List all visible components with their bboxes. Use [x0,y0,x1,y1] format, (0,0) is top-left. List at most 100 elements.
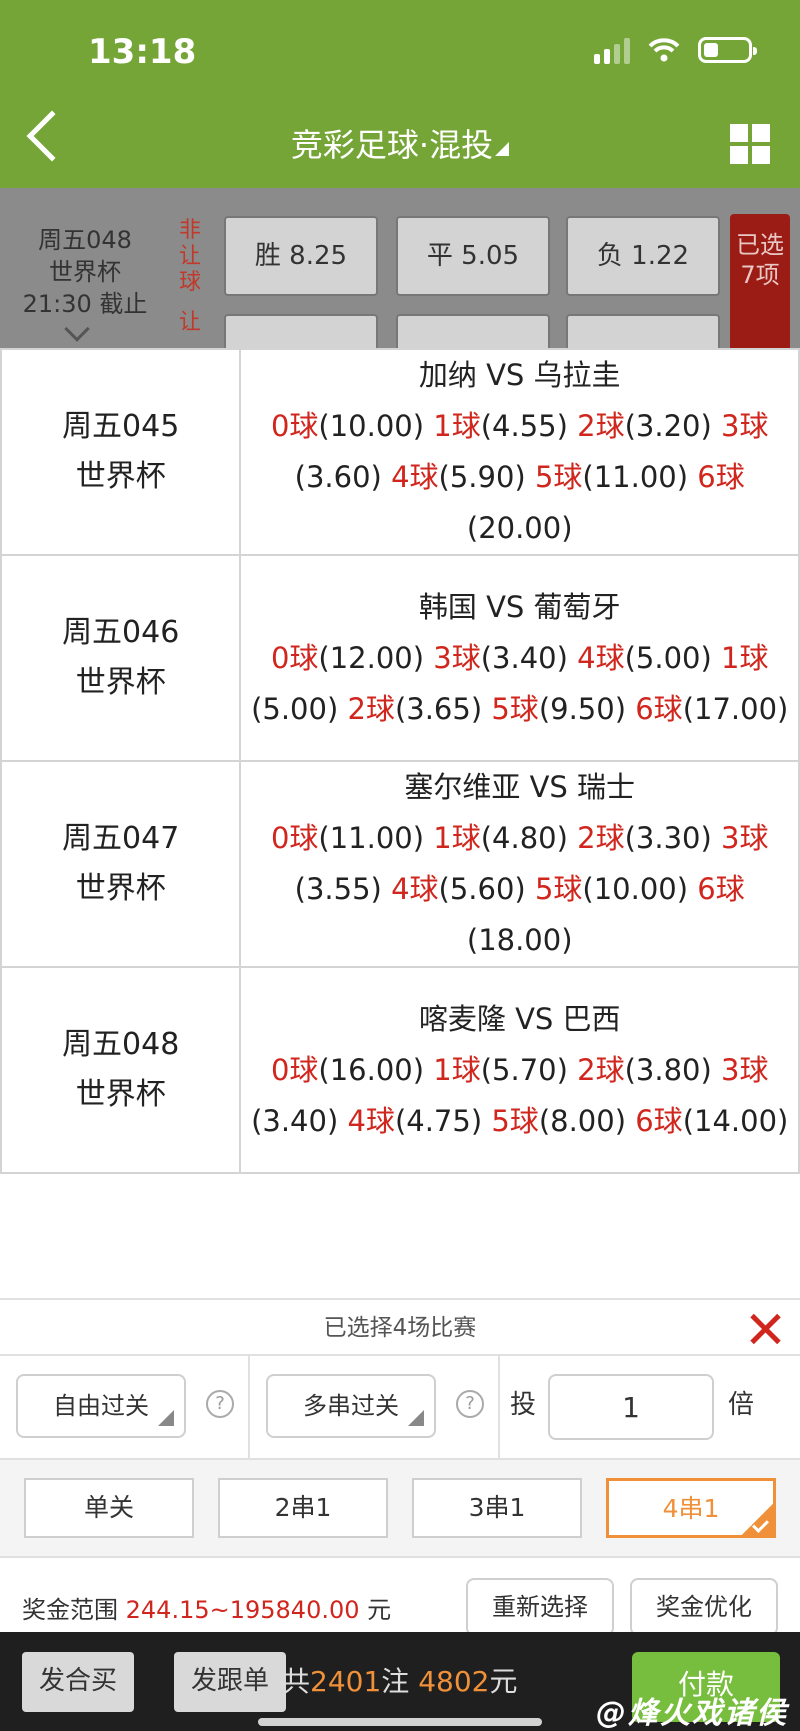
help-icon[interactable]: ? [206,1390,234,1418]
grid-menu-icon[interactable] [730,124,770,164]
goal-odds-list: 0球(11.00) 1球(4.80) 2球(3.30) 3球(3.55) 4球(… [271,821,769,957]
goal-option[interactable]: 1球(5.70) [433,1053,568,1087]
bg-handicap-tag: 非让球 让 [172,218,208,336]
goal-odds: (3.65) [394,691,483,726]
goal-odds: (3.80) [624,1052,712,1087]
goal-odds: (12.00) [318,640,425,675]
bg-win-button[interactable]: 胜 8.25 [224,216,378,296]
goal-option[interactable]: 4球(5.60) [391,872,526,906]
group-buy-button[interactable]: 发合买 [22,1652,134,1712]
match-id: 周五047 [62,821,180,856]
pass-option-4x1[interactable]: 4串1 [606,1478,776,1538]
multi-pass-label: 多串过关 [303,1392,399,1420]
goal-option[interactable]: 2球(3.80) [577,1053,712,1087]
goal-odds: (9.50) [538,691,627,726]
goal-option[interactable]: 0球(11.00) [271,821,424,855]
prize-unit: 元 [367,1596,392,1624]
goal-option[interactable]: 4球(5.90) [391,460,526,494]
bet-summary: 共2401注 4802元 [282,1660,517,1700]
goal-count: 6球 [697,460,745,494]
goal-count: 6球 [635,1103,683,1138]
goal-option[interactable]: 2球(3.30) [577,821,712,855]
goal-odds: (3.40) [480,640,568,675]
close-icon[interactable] [748,1312,782,1346]
dropdown-corner-icon [408,1410,424,1426]
pass-option-3x1[interactable]: 3串1 [412,1478,582,1538]
tou-label: 投 [510,1390,537,1420]
amount-unit: 元 [489,1665,518,1698]
goal-option[interactable]: 4球(5.00) [577,641,712,675]
goal-odds: (3.30) [624,821,712,855]
goal-odds-cell: 塞尔维亚 VS 瑞士 0球(11.00) 1球(4.80) 2球(3.30) 3球… [239,760,800,968]
goal-option[interactable]: 2球(3.65) [347,692,482,726]
bg-row2-button[interactable] [396,314,550,348]
match-info-cell: 周五047 世界杯 [0,760,242,968]
goal-odds: (20.00) [466,511,573,545]
multi-pass-select[interactable]: 多串过关 [266,1374,436,1438]
reset-button[interactable]: 重新选择 [466,1578,614,1636]
follow-button[interactable]: 发跟单 [174,1652,286,1712]
goal-count: 2球 [577,409,625,443]
goal-odds: (5.60) [438,872,526,906]
goal-odds-cell: 喀麦隆 VS 巴西 0球(16.00) 1球(5.70) 2球(3.80) 3球 (… [239,966,800,1174]
bg-draw-button[interactable]: 平 5.05 [396,216,550,296]
status-icons [594,36,757,64]
bg-selected-count[interactable]: 已选7项 [730,214,790,348]
prize-value: 244.15~195840.00 [125,1596,360,1624]
table-row: 周五045 世界杯 加纳 VS 乌拉圭 0球(10.00) 1球(4.55) 2球(3… [0,348,800,556]
bg-lose-button[interactable]: 负 1.22 [566,216,720,296]
pass-option-single[interactable]: 单关 [24,1478,194,1538]
bg-tag-text: 非让球 [178,218,201,295]
goal-count: 5球 [491,1103,539,1138]
match-league: 世界杯 [75,871,166,906]
pass-option-2x1[interactable]: 2串1 [218,1478,388,1538]
goal-option[interactable]: 4球(4.75) [347,1104,482,1138]
goal-count: 2球 [577,1052,625,1087]
goal-count: 1球 [433,409,481,443]
goals-table-container: 周五045 世界杯 加纳 VS 乌拉圭 0球(10.00) 1球(4.55) 2球(3… [0,348,800,1174]
prize-label: 奖金范围 [22,1596,118,1624]
match-league: 世界杯 [75,459,166,494]
goal-option[interactable]: 1球(4.80) [433,821,568,855]
goal-option[interactable]: 0球(12.00) [271,641,424,675]
goal-odds: (18.00) [466,923,573,957]
goal-option[interactable]: 5球(11.00) [535,460,688,494]
match-id: 周五048 [62,1027,180,1062]
bg-row2-button[interactable] [224,314,378,348]
match-info-cell: 周五048 世界杯 [0,966,242,1174]
goal-option[interactable]: 5球(8.00) [491,1104,626,1138]
goal-option[interactable]: 5球(10.00) [535,872,688,906]
help-icon[interactable]: ? [456,1390,484,1418]
goal-option[interactable]: 6球(14.00) [635,1104,788,1138]
goal-odds: (16.00) [318,1052,425,1087]
goal-odds-cell: 韩国 VS 葡萄牙 0球(12.00) 3球(3.40) 4球(5.00) 1球(… [239,554,800,762]
bg-match-deadline: 21:30 截止 [22,290,148,318]
goal-count: 1球 [721,640,769,675]
goal-count: 0球 [270,1052,319,1087]
match-teams: 加纳 VS 乌拉圭 [418,358,621,392]
goal-option[interactable]: 6球(17.00) [635,692,788,726]
table-row: 周五047 世界杯 塞尔维亚 VS 瑞士 0球(11.00) 1球(4.80) 2球(… [0,760,800,968]
watermark: @烽火戏诸侯 [596,1696,788,1731]
goal-option[interactable]: 1球(4.55) [433,409,568,443]
dropdown-corner-icon [158,1410,174,1426]
table-row: 周五046 世界杯 韩国 VS 葡萄牙 0球(12.00) 3球(3.40) 4球(5… [0,554,800,762]
bg-match-info: 周五048 世界杯 21:30 截止 [20,224,150,320]
bg-tag2-text: 让 [178,310,201,335]
free-pass-select[interactable]: 自由过关 [16,1374,186,1438]
goal-option[interactable]: 0球(16.00) [271,1053,424,1087]
match-id: 周五045 [62,409,180,444]
page-title[interactable]: 竞彩足球·混投 [0,120,800,166]
optimize-button[interactable]: 奖金优化 [630,1578,778,1636]
goal-option[interactable]: 5球(9.50) [491,692,626,726]
check-icon [736,1504,776,1538]
goal-option[interactable]: 2球(3.20) [577,409,712,443]
goal-option[interactable]: 0球(10.00) [271,409,424,443]
multiple-input[interactable] [548,1374,714,1440]
match-league: 世界杯 [75,1077,166,1112]
bg-row2-button[interactable] [566,314,720,348]
goal-odds: (3.55) [294,872,382,906]
goal-option[interactable]: 3球(3.40) [433,641,568,675]
home-indicator[interactable] [258,1718,542,1726]
goal-odds: (4.55) [480,409,568,443]
